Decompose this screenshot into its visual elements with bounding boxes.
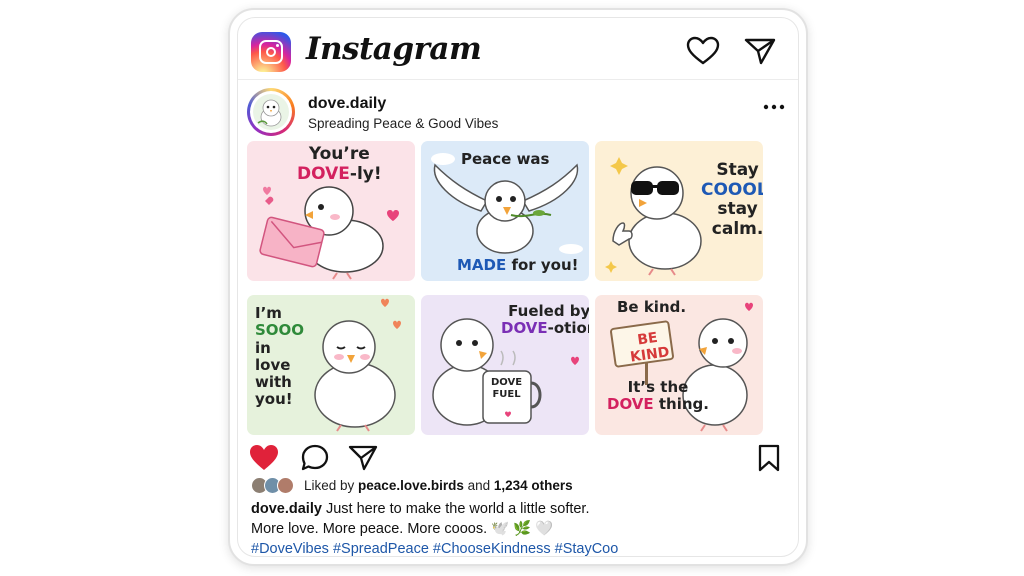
caption-line: -otion <box>547 319 589 338</box>
caption-line: thing. <box>653 395 709 414</box>
liked-by-prefix: Liked by <box>304 478 359 493</box>
comment-icon[interactable] <box>300 444 330 472</box>
bookmark-icon[interactable] <box>754 444 784 472</box>
tile-caption: Fueled by DOVE-otion <box>501 302 589 338</box>
tile-caption: You’re DOVE-ly! <box>297 144 382 184</box>
sticker-tile-dovely[interactable]: You’re DOVE-ly! <box>247 141 415 281</box>
tile-caption-bottom: MADE for you! <box>457 256 579 274</box>
mug-label-line: FUEL <box>492 388 521 400</box>
caption-highlight: SOOO <box>255 321 305 340</box>
app-wordmark: Instagram <box>306 31 482 67</box>
sticker-tile-be-kind[interactable]: Be kind. BE KIND It’s the DOVE thing. <box>595 295 763 435</box>
phone-frame: Instagram dove.daily Spreading Peace & G… <box>228 8 808 566</box>
post-actions <box>238 438 798 476</box>
caption-highlight: COOOL, <box>701 179 763 200</box>
post-image-grid[interactable]: You’re DOVE-ly! Peace was MADE for you! … <box>247 141 793 435</box>
sticker-tile-peace[interactable]: Peace was MADE for you! <box>421 141 589 281</box>
liked-by-middle: and <box>463 478 494 493</box>
post-bio: Spreading Peace & Good Vibes <box>308 116 499 131</box>
caption-text: Just here to make the world a little sof… <box>321 501 590 517</box>
caption-line: I’m <box>255 304 282 322</box>
tile-caption: I’m SOOO in love with you! <box>255 304 305 409</box>
app-header: Instagram <box>238 18 798 80</box>
mug-label: DOVE FUEL <box>491 377 522 400</box>
mug-label-line: DOVE <box>491 377 523 388</box>
caption-line: It’s the <box>627 378 689 396</box>
avatar[interactable] <box>247 88 295 136</box>
like-heart-icon[interactable] <box>249 444 279 472</box>
sign-text: BE KIND <box>627 328 671 366</box>
share-send-icon[interactable] <box>348 444 378 472</box>
sticker-tile-in-love[interactable]: I’m SOOO in love with you! <box>247 295 415 435</box>
instagram-post-card: Instagram dove.daily Spreading Peace & G… <box>237 17 799 557</box>
tile-caption-bottom: It’s the DOVE thing. <box>607 378 709 414</box>
caption-line: stay <box>717 199 758 220</box>
caption-line: Peace was <box>461 150 550 168</box>
tile-caption: Stay COOOL, stay calm. <box>701 160 763 239</box>
heart-icon[interactable] <box>686 36 720 66</box>
liker-avatar <box>277 477 294 494</box>
liked-by-text: Liked by peace.love.birds and 1,234 othe… <box>304 478 573 493</box>
caption-username[interactable]: dove.daily <box>251 501 322 517</box>
caption-line: love <box>255 355 291 374</box>
liker-avatars <box>251 476 299 496</box>
post-header: dove.daily Spreading Peace & Good Vibes <box>238 81 798 139</box>
caption-line: calm. <box>711 218 763 239</box>
dove-avatar-icon <box>253 94 289 130</box>
caption-highlight: MADE <box>457 256 507 274</box>
caption-line-2: More love. More peace. More cooos. 🕊️ 🌿 … <box>251 521 554 537</box>
send-icon[interactable] <box>743 36 777 66</box>
caption-line: with <box>255 373 292 391</box>
caption-highlight: DOVE <box>297 163 350 184</box>
liked-by-user[interactable]: peace.love.birds <box>358 478 464 493</box>
caption-hashtags[interactable]: #DoveVibes #SpreadPeace #ChooseKindness … <box>251 539 618 556</box>
post-caption: dove.daily Just here to make the world a… <box>251 499 618 556</box>
instagram-logo-icon[interactable] <box>251 32 291 72</box>
caption-line: You’re <box>308 144 370 164</box>
caption-line: in <box>255 338 271 357</box>
tile-caption-top: Peace was <box>461 150 550 168</box>
caption-line: Stay <box>716 160 759 180</box>
caption-line: you! <box>255 390 293 409</box>
tile-caption-top: Be kind. <box>617 298 687 316</box>
caption-highlight: DOVE <box>501 319 548 338</box>
more-options-icon[interactable] <box>762 103 786 111</box>
sticker-tile-cool[interactable]: Stay COOOL, stay calm. <box>595 141 763 281</box>
caption-line: Fueled by <box>508 302 589 320</box>
liked-by-count[interactable]: 1,234 others <box>494 478 573 493</box>
caption-line: Be kind. <box>617 298 687 316</box>
caption-highlight: DOVE <box>607 395 654 414</box>
sticker-tile-fueled[interactable]: Fueled by DOVE-otion DOVE FUEL <box>421 295 589 435</box>
caption-line: -ly! <box>349 163 382 184</box>
post-username[interactable]: dove.daily <box>308 95 386 113</box>
caption-line: for you! <box>506 256 579 274</box>
